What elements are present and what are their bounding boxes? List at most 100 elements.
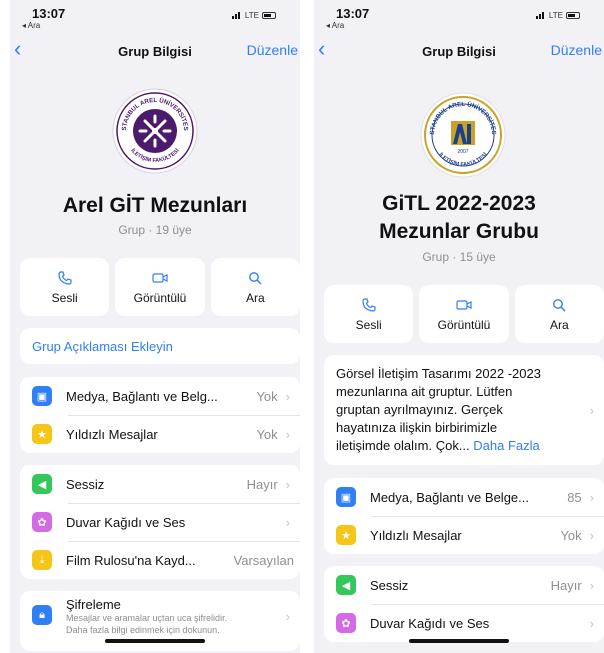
back-to-app-link[interactable]: ◂ Ara xyxy=(22,21,40,30)
star-icon: ★ xyxy=(32,424,52,444)
edit-button[interactable]: Düzenle xyxy=(551,42,602,58)
video-call-label: Görüntülü xyxy=(437,317,491,332)
settings-section: ◀ Sessiz Hayır › ✿ Duvar Kağıdı ve Ses › xyxy=(324,566,604,642)
search-icon xyxy=(553,298,566,311)
video-call-button[interactable]: Görüntülü xyxy=(115,258,205,316)
row-label: Duvar Kağıdı ve Ses xyxy=(370,615,490,631)
search-label: Ara xyxy=(245,290,265,305)
network-type: LTE xyxy=(244,11,259,20)
voice-call-label: Sesli xyxy=(355,317,382,332)
speaker-icon: ◀ xyxy=(336,575,356,595)
save-to-camera-roll-row[interactable]: ⤓ Film Rulosu'na Kayd... Varsayılan xyxy=(20,541,300,579)
row-value: Yok xyxy=(560,527,582,543)
search-button[interactable]: Ara xyxy=(210,258,300,316)
chevron-right-icon: › xyxy=(589,403,594,418)
description-line-4: hayatınıza ilişkin birbirimizle xyxy=(336,420,498,435)
flower-icon: ✿ xyxy=(32,512,52,532)
row-label: Yıldızlı Mesajlar xyxy=(66,426,158,442)
speaker-icon: ◀ xyxy=(32,474,52,494)
row-label: Film Rulosu'na Kayd... xyxy=(66,552,196,568)
search-icon xyxy=(249,271,262,284)
signal-icon xyxy=(231,12,242,19)
row-value: 85 xyxy=(567,489,582,505)
home-indicator xyxy=(105,639,205,643)
mute-row[interactable]: ◀ Sessiz Hayır › xyxy=(324,566,604,604)
read-more-link[interactable]: Daha Fazla xyxy=(473,438,539,453)
row-value: Varsayılan xyxy=(233,552,294,568)
status-time: 13:07 xyxy=(336,6,370,21)
add-description-card[interactable]: Grup Açıklaması Ekleyin xyxy=(20,328,300,364)
wallpaper-sound-row[interactable]: ✿ Duvar Kağıdı ve Ses › xyxy=(20,503,300,541)
group-member-count: Grup · 19 üye xyxy=(118,223,192,237)
row-value: Hayır xyxy=(246,476,278,492)
media-links-docs-row[interactable]: ▣ Medya, Bağlantı ve Belge... 85 › xyxy=(324,478,604,516)
battery-icon xyxy=(262,12,276,19)
mute-row[interactable]: ◀ Sessiz Hayır › xyxy=(20,465,300,503)
home-indicator xyxy=(409,639,509,643)
group-name-line-2: Mezunlar Grubu xyxy=(379,220,539,243)
media-section: ▣ Medya, Bağlantı ve Belge... 85 › ★ Yıl… xyxy=(324,478,604,554)
settings-section: ◀ Sessiz Hayır › ✿ Duvar Kağıdı ve Ses ›… xyxy=(20,465,300,579)
video-icon xyxy=(152,272,168,283)
row-label: Sessiz xyxy=(66,476,105,492)
row-label: Medya, Bağlantı ve Belg... xyxy=(66,388,218,404)
action-buttons: Sesli Görüntülü Ara xyxy=(20,258,300,316)
encryption-line-1: Mesajlar ve aramalar uçtan uca şifrelidi… xyxy=(66,613,228,623)
group-avatar[interactable]: İSTANBUL AREL ÜNİVERSİTESİ İLETİŞİM FAKÜ… xyxy=(420,92,506,178)
encryption-text: Şifreleme Mesajlar ve aramalar uçtan uca… xyxy=(66,597,278,636)
search-label: Ara xyxy=(549,317,569,332)
row-value: Hayır xyxy=(550,577,582,593)
group-avatar[interactable]: İSTANBUL AREL ÜNİVERSİTESİ İLETİŞİM FAKÜ… xyxy=(112,88,198,174)
row-label: Duvar Kağıdı ve Ses xyxy=(66,514,186,530)
status-indicators: LTE xyxy=(535,11,580,20)
group-description[interactable]: Görsel İletişim Tasarımı 2022 -2023 mezu… xyxy=(324,355,604,465)
voice-call-button[interactable]: Sesli xyxy=(324,285,414,343)
chevron-right-icon: › xyxy=(589,527,594,543)
group-name-line-1: GiTL 2022-2023 xyxy=(382,192,536,215)
row-label: Sessiz xyxy=(370,577,409,593)
media-section: ▣ Medya, Bağlantı ve Belg... Yok › ★ Yıl… xyxy=(20,377,300,453)
description-line-5: iletişimde olalım. Çok... xyxy=(336,438,470,453)
status-bar: 13:07 ◂ Ara LTE xyxy=(314,0,604,34)
starred-messages-row[interactable]: ★ Yıldızlı Mesajlar Yok › xyxy=(324,516,604,554)
add-description-link[interactable]: Grup Açıklaması Ekleyin xyxy=(20,328,300,364)
encryption-line-2: Daha fazla bilgi edinmek için dokunun. xyxy=(66,625,220,635)
chevron-right-icon: › xyxy=(285,388,290,404)
photo-icon: ▣ xyxy=(336,487,356,507)
description-line-1: Görsel İletişim Tasarımı 2022 -2023 xyxy=(336,366,541,381)
save-icon: ⤓ xyxy=(32,550,52,570)
logo-year: 2007 xyxy=(457,149,468,155)
description-line-2: mezunlarına ait gruptur. Lütfen xyxy=(336,384,513,399)
voice-call-button[interactable]: Sesli xyxy=(20,258,110,316)
group-name: Arel GİT Mezunları xyxy=(62,194,248,217)
signal-icon xyxy=(535,12,546,19)
phone-screen-2: 13:07 ◂ Ara LTE ‹ Grup Bilgisi Düzenle İ… xyxy=(314,0,604,653)
photo-icon: ▣ xyxy=(32,386,52,406)
row-label: Yıldızlı Mesajlar xyxy=(370,527,462,543)
chevron-right-icon: › xyxy=(285,514,290,530)
video-call-button[interactable]: Görüntülü xyxy=(419,285,509,343)
video-icon xyxy=(456,299,472,310)
chevron-right-icon: › xyxy=(589,489,594,505)
edit-button[interactable]: Düzenle xyxy=(247,42,298,58)
wallpaper-sound-row[interactable]: ✿ Duvar Kağıdı ve Ses › xyxy=(324,604,604,642)
chevron-right-icon: › xyxy=(285,476,290,492)
phone-icon xyxy=(362,297,376,312)
voice-call-label: Sesli xyxy=(51,290,78,305)
back-to-app-link[interactable]: ◂ Ara xyxy=(326,21,344,30)
network-type: LTE xyxy=(548,11,563,20)
row-label: Medya, Bağlantı ve Belge... xyxy=(370,489,529,505)
media-links-docs-row[interactable]: ▣ Medya, Bağlantı ve Belg... Yok › xyxy=(20,377,300,415)
video-call-label: Görüntülü xyxy=(133,290,187,305)
phone-screen-1: 13:07 ◂ Ara LTE ‹ Grup Bilgisi Düzenle İ… xyxy=(10,0,300,653)
group-description-card[interactable]: Görsel İletişim Tasarımı 2022 -2023 mezu… xyxy=(324,355,604,465)
starred-messages-row[interactable]: ★ Yıldızlı Mesajlar Yok › xyxy=(20,415,300,453)
action-buttons: Sesli Görüntülü Ara xyxy=(324,285,604,343)
screenshot-pair: 13:07 ◂ Ara LTE ‹ Grup Bilgisi Düzenle İ… xyxy=(0,0,604,653)
row-value: Yok xyxy=(256,426,278,442)
chevron-right-icon: › xyxy=(285,609,290,624)
status-bar: 13:07 ◂ Ara LTE xyxy=(10,0,300,34)
navigation-bar: ‹ Grup Bilgisi Düzenle xyxy=(10,36,300,66)
search-button[interactable]: Ara xyxy=(514,285,604,343)
flower-icon: ✿ xyxy=(336,613,356,633)
